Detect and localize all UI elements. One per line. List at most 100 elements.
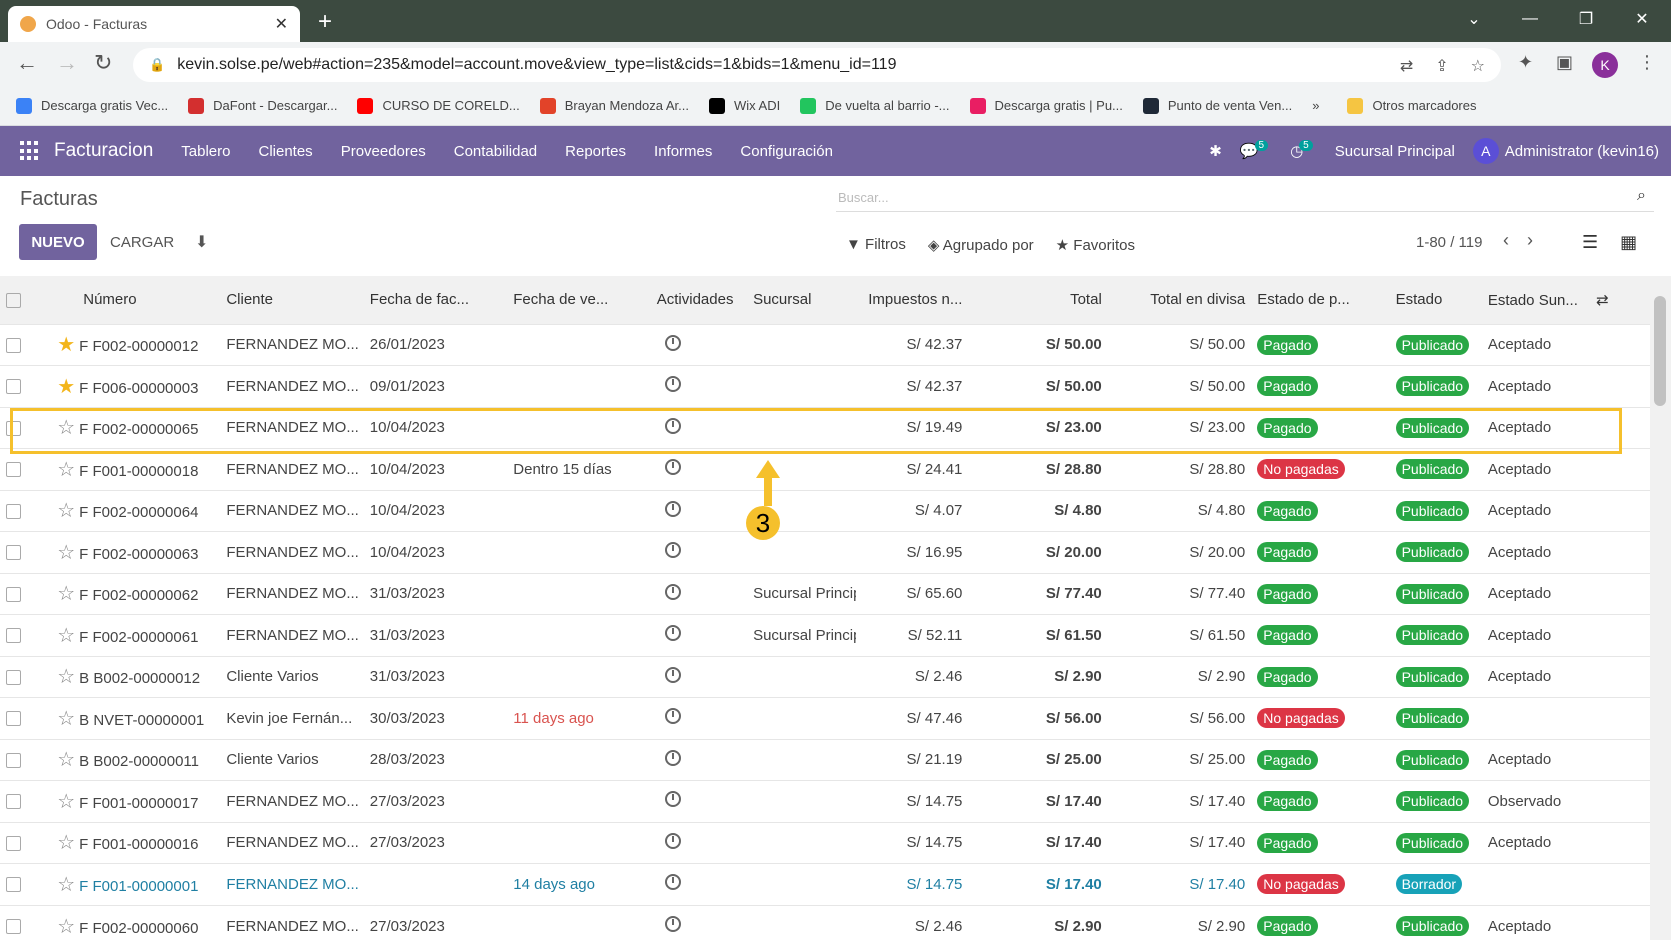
col-numero[interactable]: Número	[51, 276, 221, 324]
activity-cell[interactable]	[650, 697, 748, 739]
favorite-star-icon[interactable]: ☆	[57, 542, 75, 564]
row-number-cell[interactable]: ☆ F F001-00000016	[51, 821, 221, 864]
col-fecha-factura[interactable]: Fecha de fac...	[363, 276, 508, 324]
upload-button[interactable]: CARGAR	[110, 234, 174, 251]
table-row[interactable]: ★ F F002-00000012 FERNANDEZ MO... 26/01/202…	[0, 323, 1650, 366]
col-total-divisa[interactable]: Total en divisa	[1107, 276, 1252, 324]
clock-icon[interactable]	[664, 625, 681, 642]
pager-value[interactable]: 1-80 / 119	[1416, 234, 1482, 251]
menu-tablero[interactable]: Tablero	[181, 143, 230, 160]
favorite-star-icon[interactable]: ☆	[57, 916, 75, 938]
menu-informes[interactable]: Informes	[654, 143, 712, 160]
table-row[interactable]: ☆ F F001-00000001 FERNANDEZ MO... 14 days a…	[0, 863, 1650, 905]
row-checkbox[interactable]	[0, 697, 52, 739]
favorite-star-icon[interactable]: ☆	[57, 749, 75, 771]
col-cliente[interactable]: Cliente	[220, 276, 364, 324]
menu-configuracion[interactable]: Configuración	[740, 143, 833, 160]
bookmark-star-icon[interactable]: ☆	[1471, 56, 1485, 76]
row-checkbox[interactable]	[0, 365, 52, 407]
row-number-cell[interactable]: ☆ F F002-00000061	[51, 614, 221, 656]
bug-icon[interactable]: ✱	[1209, 142, 1222, 160]
col-estado-sunat[interactable]: Estado Sun... ⇄	[1481, 276, 1650, 324]
favorite-star-icon[interactable]: ☆	[57, 708, 75, 730]
clock-icon[interactable]	[664, 749, 681, 766]
favorite-star-icon[interactable]: ★	[57, 376, 75, 398]
clock-icon[interactable]	[664, 334, 681, 351]
activity-cell[interactable]	[650, 531, 748, 573]
bookmark-item[interactable]: De vuelta al barrio -...	[800, 97, 950, 114]
row-number-cell[interactable]: ★ F F006-00000003	[51, 365, 221, 407]
row-number-cell[interactable]: ☆ F F002-00000062	[51, 572, 221, 615]
clock-icon[interactable]	[664, 708, 681, 725]
group-by-button[interactable]: ◈ Agrupado por	[928, 236, 1034, 254]
menu-contabilidad[interactable]: Contabilidad	[454, 143, 537, 160]
bookmark-item[interactable]: CURSO DE CORELD...	[357, 97, 520, 114]
url-bar[interactable]: 🔒 kevin.solse.pe/web#action=235&model=ac…	[133, 48, 1501, 82]
tab-search-icon[interactable]: ⌄	[1446, 0, 1502, 38]
activity-cell[interactable]	[650, 406, 748, 449]
row-checkbox[interactable]	[0, 904, 52, 940]
share-icon[interactable]: ⇪	[1435, 56, 1448, 76]
row-number-cell[interactable]: ☆ F F002-00000060	[51, 904, 221, 940]
row-checkbox[interactable]	[0, 738, 52, 781]
restore-button[interactable]: ❐	[1558, 0, 1614, 38]
reload-icon[interactable]: ↻	[94, 50, 112, 76]
back-icon[interactable]: ←	[16, 50, 38, 76]
search-input[interactable]: Buscar... ⌕	[836, 184, 1654, 212]
row-checkbox[interactable]	[0, 780, 52, 822]
favorites-button[interactable]: ★ Favoritos	[1056, 236, 1135, 254]
table-row[interactable]: ☆ F F002-00000060 FERNANDEZ MO... 27/03/202…	[0, 904, 1650, 940]
row-number-cell[interactable]: ☆ F F001-00000018	[51, 448, 221, 490]
column-settings-icon[interactable]: ⇄	[1596, 292, 1609, 309]
table-row[interactable]: ☆ F F002-00000065 FERNANDEZ MO... 10/04/202…	[0, 406, 1650, 449]
branch-switcher[interactable]: Sucursal Principal	[1335, 143, 1455, 160]
download-icon[interactable]: ⬇	[195, 232, 208, 252]
activity-cell[interactable]	[650, 738, 748, 781]
clock-icon[interactable]	[664, 791, 681, 808]
side-panel-icon[interactable]: ▣	[1556, 52, 1573, 73]
bookmark-item[interactable]: Descarga gratis Vec...	[16, 97, 168, 114]
clock-icon[interactable]	[664, 459, 681, 476]
clock-icon[interactable]	[664, 832, 681, 849]
activity-cell[interactable]	[650, 821, 748, 864]
table-row[interactable]: ☆ F F002-00000064 FERNANDEZ MO... 10/04/202…	[0, 489, 1650, 532]
table-row[interactable]: ☆ F F002-00000062 FERNANDEZ MO... 31/03/202…	[0, 572, 1650, 615]
bookmark-item[interactable]: Brayan Mendoza Ar...	[539, 97, 689, 114]
favorite-star-icon[interactable]: ☆	[57, 791, 75, 813]
clock-icon[interactable]	[664, 376, 681, 393]
select-all-checkbox[interactable]	[0, 276, 52, 324]
apps-menu-icon[interactable]	[20, 141, 40, 161]
filters-button[interactable]: ▼ Filtros	[846, 236, 906, 254]
clock-icon[interactable]	[664, 583, 681, 600]
minimize-button[interactable]: —	[1502, 0, 1558, 38]
favorite-star-icon[interactable]: ☆	[57, 666, 75, 688]
extensions-icon[interactable]: ✦	[1518, 52, 1533, 73]
bookmark-item[interactable]: Descarga gratis | Pu...	[969, 97, 1123, 114]
activity-cell[interactable]	[650, 489, 748, 532]
translate-icon[interactable]: ⇄	[1400, 56, 1413, 76]
col-estado[interactable]: Estado	[1389, 276, 1482, 324]
new-tab-button[interactable]: +	[318, 8, 332, 36]
bookmark-item[interactable]: DaFont - Descargar...	[188, 97, 337, 114]
clock-icon[interactable]	[664, 916, 681, 932]
favorite-star-icon[interactable]: ☆	[57, 832, 75, 854]
forward-icon[interactable]: →	[56, 50, 78, 76]
app-brand[interactable]: Facturacion	[54, 140, 153, 162]
table-row[interactable]: ☆ F F001-00000016 FERNANDEZ MO... 27/03/202…	[0, 821, 1650, 864]
row-number-cell[interactable]: ★ F F002-00000012	[51, 323, 221, 366]
row-checkbox[interactable]	[0, 489, 52, 532]
favorite-star-icon[interactable]: ☆	[57, 625, 75, 647]
row-number-cell[interactable]: ☆ F F002-00000065	[51, 406, 221, 449]
table-row[interactable]: ☆ F F002-00000063 FERNANDEZ MO... 10/04/202…	[0, 531, 1650, 573]
col-sucursal[interactable]: Sucursal	[747, 276, 856, 324]
list-view-icon[interactable]: ☰	[1582, 232, 1598, 253]
new-button[interactable]: NUEVO	[19, 224, 97, 260]
vertical-scrollbar[interactable]	[1650, 276, 1671, 940]
search-icon[interactable]: ⌕	[1637, 187, 1646, 205]
clock-icon[interactable]	[664, 874, 681, 891]
activity-cell[interactable]	[650, 572, 748, 615]
activity-cell[interactable]	[650, 614, 748, 656]
activity-cell[interactable]	[650, 448, 748, 490]
table-row[interactable]: ☆ F F001-00000017 FERNANDEZ MO... 27/03/202…	[0, 780, 1650, 822]
kanban-view-icon[interactable]: ▦	[1620, 232, 1637, 253]
